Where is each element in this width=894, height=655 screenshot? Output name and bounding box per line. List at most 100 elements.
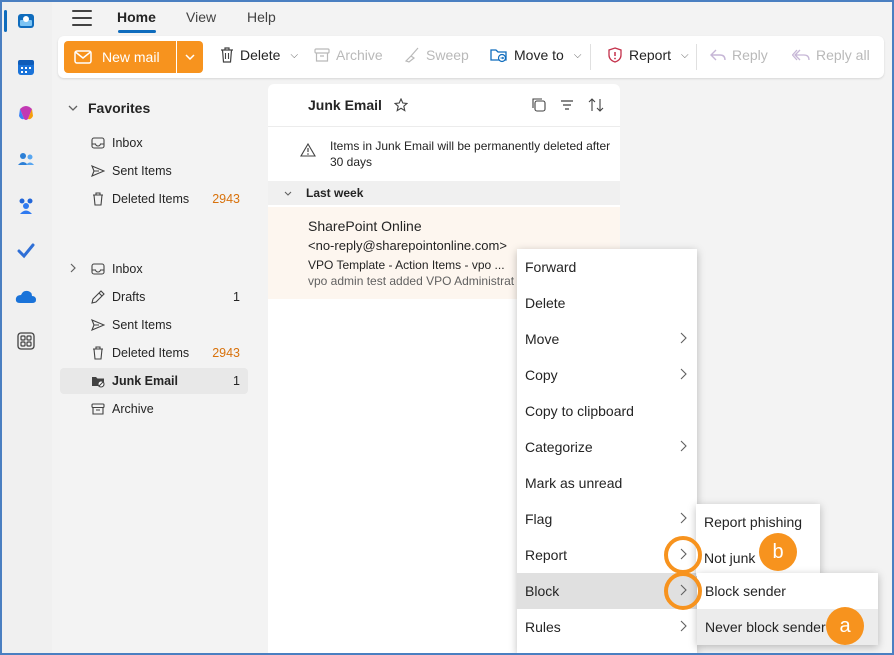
- chevron-right-icon: [680, 368, 687, 380]
- message-list-header: Junk Email: [308, 97, 408, 113]
- menu-label: Categorize: [525, 439, 593, 455]
- group-header-last-week[interactable]: Last week: [268, 181, 620, 205]
- menu-item-mark-as-unread[interactable]: Mark as unread: [517, 465, 697, 501]
- folder-sent-items[interactable]: Sent Items: [60, 312, 248, 338]
- menu-item-flag[interactable]: Flag: [517, 501, 697, 537]
- inbox-icon: [90, 261, 106, 277]
- chevron-right-icon: [680, 440, 687, 452]
- select-icon[interactable]: [532, 98, 546, 112]
- folder-drafts[interactable]: Drafts 1: [60, 284, 248, 310]
- favorites-label: Favorites: [88, 100, 151, 116]
- inbox-icon: [90, 135, 106, 151]
- menu-item-rules[interactable]: Rules: [517, 609, 697, 645]
- rail-active-indicator: [4, 10, 7, 32]
- move-to-button[interactable]: Move to ⌵: [490, 47, 581, 63]
- junk-retention-notice: Items in Junk Email will be permanently …: [268, 126, 620, 176]
- report-label: Report: [629, 47, 672, 63]
- outlook-app-icon[interactable]: [15, 10, 37, 32]
- archive-label: Archive: [336, 47, 383, 63]
- folder-label: Inbox: [112, 262, 143, 276]
- reply-icon: [710, 49, 726, 61]
- menu-label: Block: [525, 583, 560, 599]
- favorite-sent-items[interactable]: Sent Items: [60, 158, 248, 184]
- submenu-item-not-junk[interactable]: Not junk: [696, 540, 820, 576]
- chevron-down-icon: [185, 54, 195, 60]
- folder-inbox[interactable]: Inbox: [60, 256, 248, 282]
- submenu-label: Never block sender: [705, 619, 826, 635]
- archive-button[interactable]: Archive: [314, 47, 383, 63]
- hamburger-menu-icon[interactable]: [72, 10, 92, 26]
- ribbon-divider: [696, 44, 697, 70]
- outlook-window: Home View Help New mail Delete ⌵ Archive…: [0, 0, 894, 655]
- submenu-label: Not junk: [704, 550, 756, 566]
- send-icon: [90, 317, 106, 333]
- broom-icon: [404, 47, 419, 63]
- reply-all-button[interactable]: Reply all: [792, 47, 870, 63]
- more-apps-icon[interactable]: [15, 330, 37, 352]
- message-sender: SharePoint Online: [308, 218, 422, 234]
- favorite-deleted-items[interactable]: Deleted Items 2943: [60, 186, 248, 212]
- favorites-header[interactable]: Favorites: [68, 100, 150, 116]
- callout-ring-report: [664, 536, 702, 574]
- calendar-app-icon[interactable]: [15, 56, 37, 78]
- tab-view[interactable]: View: [186, 9, 216, 25]
- unread-count: 2943: [212, 346, 240, 360]
- submenu-label: Block sender: [705, 583, 786, 599]
- new-mail-button[interactable]: New mail: [64, 41, 176, 73]
- menu-item-forward[interactable]: Forward: [517, 249, 697, 285]
- new-mail-dropdown-button[interactable]: [176, 41, 203, 73]
- chevron-down-icon: ⌵: [290, 49, 299, 61]
- folder-archive[interactable]: Archive: [60, 396, 248, 422]
- menu-label: Forward: [525, 259, 577, 275]
- todo-app-icon[interactable]: [15, 240, 37, 262]
- menu-item-categorize[interactable]: Categorize: [517, 429, 697, 465]
- app-rail: [2, 2, 52, 653]
- folder-title: Junk Email: [308, 97, 382, 113]
- group-label: Last week: [306, 186, 364, 200]
- chevron-right-icon: [680, 512, 687, 524]
- folder-deleted-items[interactable]: Deleted Items 2943: [60, 340, 248, 366]
- submenu-item-report-phishing[interactable]: Report phishing: [696, 504, 820, 540]
- copilot-app-icon[interactable]: [15, 102, 37, 124]
- menu-item-copy-to-clipboard[interactable]: Copy to clipboard: [517, 393, 697, 429]
- warning-icon: [300, 143, 316, 157]
- folder-label: Inbox: [112, 136, 143, 150]
- star-icon[interactable]: [393, 98, 408, 112]
- folder-label: Sent Items: [112, 164, 172, 178]
- filter-icon[interactable]: [560, 98, 574, 112]
- chevron-right-icon[interactable]: [70, 263, 76, 273]
- report-button[interactable]: Report ⌵: [607, 47, 689, 63]
- message-subject: VPO Template - Action Items - vpo ...: [308, 258, 505, 272]
- trash-icon: [90, 345, 106, 361]
- folder-label: Deleted Items: [112, 192, 190, 206]
- menu-item-delete[interactable]: Delete: [517, 285, 697, 321]
- delete-button[interactable]: Delete ⌵: [220, 47, 298, 63]
- pencil-icon: [90, 289, 106, 305]
- people-app-icon[interactable]: [15, 148, 37, 170]
- sweep-label: Sweep: [426, 47, 469, 63]
- unread-count: 1: [233, 374, 240, 388]
- ribbon-divider: [590, 44, 591, 70]
- onedrive-app-icon[interactable]: [15, 286, 37, 308]
- teams-groups-app-icon[interactable]: [15, 194, 37, 216]
- menu-item-copy[interactable]: Copy: [517, 357, 697, 393]
- chevron-right-icon: [680, 332, 687, 344]
- folder-label: Archive: [112, 402, 154, 416]
- reply-button[interactable]: Reply: [710, 47, 768, 63]
- message-sender-address: <no-reply@sharepointonline.com>: [308, 238, 507, 253]
- tab-home[interactable]: Home: [117, 9, 156, 25]
- archive-icon: [314, 48, 330, 62]
- folder-junk-email[interactable]: Junk Email 1: [60, 368, 248, 394]
- sort-icon[interactable]: [588, 98, 604, 112]
- tab-help[interactable]: Help: [247, 9, 276, 25]
- favorite-inbox[interactable]: Inbox: [60, 130, 248, 156]
- menu-item-move[interactable]: Move: [517, 321, 697, 357]
- sweep-button[interactable]: Sweep: [404, 47, 469, 63]
- folder-label: Sent Items: [112, 318, 172, 332]
- menu-label: Delete: [525, 295, 566, 311]
- unread-count: 1: [233, 290, 240, 304]
- menu-label: Report: [525, 547, 568, 563]
- shield-warning-icon: [608, 47, 622, 63]
- submenu-item-block-sender[interactable]: Block sender: [697, 573, 878, 609]
- chevron-right-icon: [680, 620, 687, 632]
